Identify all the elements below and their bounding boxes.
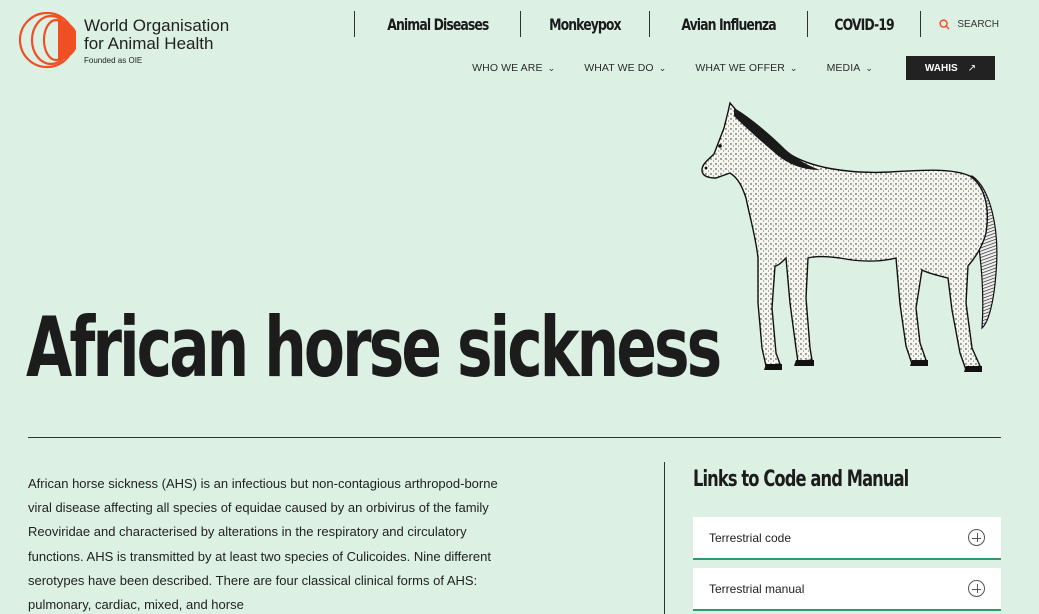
accordion-terrestrial-code[interactable]: Terrestrial code [693,517,1001,560]
nav-link-animal-diseases[interactable]: Animal Diseases [387,15,489,34]
plus-circle-icon[interactable] [968,529,985,546]
wahis-button[interactable]: WAHIS ↗ [906,56,995,80]
nav-divider [353,11,355,37]
oie-logo[interactable]: World Organisation for Animal Health Fou… [18,11,229,69]
external-link-icon: ↗ [967,62,977,74]
chevron-down-icon: ⌄ [658,62,667,73]
logo-line-1: World Organisation [84,16,230,35]
chevron-down-icon: ⌄ [547,62,556,73]
nav-label: MEDIA [826,62,861,74]
wahis-label: WAHIS [924,62,958,74]
divider [28,437,1001,438]
search-button[interactable]: SEARCH [939,19,999,30]
plus-circle-icon[interactable] [968,580,985,597]
column-divider [664,462,665,614]
accordion-terrestrial-manual[interactable]: Terrestrial manual [693,568,1001,611]
nav-link-avian-influenza[interactable]: Avian Influenza [681,15,776,34]
accordion-label: Terrestrial code [709,530,792,545]
nav-what-we-offer[interactable]: WHAT WE OFFER ⌄ [695,62,797,74]
search-label: SEARCH [957,18,999,30]
logo-mark-icon [18,11,76,69]
chevron-down-icon: ⌄ [865,62,873,73]
nav-label: WHAT WE DO [584,62,654,74]
nav-label: WHAT WE OFFER [695,62,785,74]
nav-label: WHO WE ARE [472,62,543,74]
intro-paragraph: African horse sickness (AHS) is an infec… [28,476,498,613]
logo-subtitle: Founded as OIE [84,56,143,65]
nav-divider [520,11,522,37]
nav-divider [807,11,809,37]
chevron-down-icon: ⌄ [789,62,798,73]
nav-media[interactable]: MEDIA ⌄ [827,62,873,74]
logo-line-2: for Animal Health [84,34,214,53]
nav-link-covid-19[interactable]: COVID-19 [835,15,895,34]
main-nav: WHO WE ARE ⌄ WHAT WE DO ⌄ WHAT WE OFFER ⌄ M… [472,56,995,80]
nav-divider [920,11,922,37]
nav-what-we-do[interactable]: WHAT WE DO ⌄ [584,62,666,74]
search-icon [939,18,950,30]
nav-link-monkeypox[interactable]: Monkeypox [549,15,622,34]
page-title: African horse sickness [26,299,722,396]
accordion-label: Terrestrial manual [709,581,805,596]
nav-who-we-are[interactable]: WHO WE ARE ⌄ [472,62,555,74]
horse-illustration [701,101,998,372]
links-panel-title: Links to Code and Manual [693,467,909,492]
top-disease-nav: Animal Diseases Monkeypox Avian Influenz… [336,10,999,38]
nav-divider [649,11,651,37]
